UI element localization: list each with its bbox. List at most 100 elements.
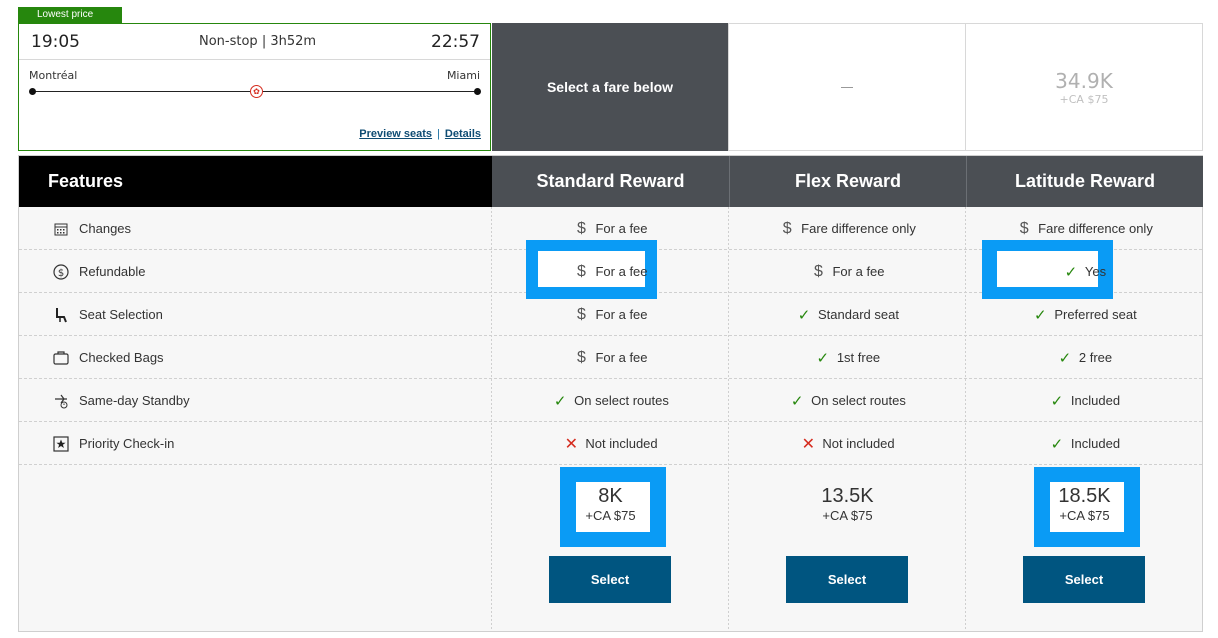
dollar-icon: $ [577, 348, 586, 366]
svg-text:$: $ [58, 268, 64, 279]
standard-cell: ✓ On select routes [492, 379, 729, 422]
table-row: Seat Selection $ For a fee ✓ Standard seat… [19, 293, 1202, 336]
check-icon: ✓ [1058, 349, 1072, 367]
points: 13.5K [821, 485, 874, 507]
flight-summary: 19:05 Non-stop | 3h52m 22:57 Montréal Mi… [18, 23, 491, 151]
dollar-icon: $ [577, 305, 586, 323]
flex-top-price [728, 23, 966, 151]
points: 8K [598, 485, 623, 507]
feature-cell: Same-day Standby [52, 379, 482, 422]
lowest-price-badge: Lowest price [18, 7, 122, 23]
cell-text: Not included [585, 436, 658, 451]
highlighted-content: ✓ Yes [1063, 263, 1107, 281]
feature-label: Checked Bags [79, 350, 164, 365]
table-row: Checked Bags $ For a fee ✓ 1st free ✓ 2 fre… [19, 336, 1202, 379]
cell-text: For a fee [595, 350, 648, 365]
features-header: Features [19, 156, 492, 207]
arrival-time: 22:57 [431, 32, 480, 52]
flight-summary-header: 19:05 Non-stop | 3h52m 22:57 [19, 24, 490, 60]
latitude-cell: ✓ Preferred seat [966, 293, 1203, 336]
feature-cell: Changes [52, 207, 482, 250]
check-icon: ✓ [797, 306, 811, 324]
standard-cell: $ For a fee [492, 240, 729, 299]
preview-seats-link[interactable]: Preview seats [359, 128, 432, 140]
flex-cell: ✓ On select routes [729, 379, 966, 422]
cell-text: For a fee [595, 221, 648, 236]
cell-text: For a fee [832, 264, 885, 279]
dollar-icon: $ [577, 262, 586, 280]
check-icon: ✓ [1050, 435, 1064, 453]
cell-text: Fare difference only [1038, 221, 1153, 236]
dollar-icon: $ [577, 219, 586, 237]
feature-cell: Priority Check-in [52, 422, 482, 465]
cross-icon: ✕ [801, 435, 816, 453]
highlighted-content: $ For a fee [573, 263, 647, 281]
check-icon: ✓ [553, 392, 567, 410]
maple-leaf-icon: ✿ [250, 85, 263, 98]
feature-cell: Seat Selection [52, 293, 482, 336]
select-flex-button[interactable]: Select [786, 556, 908, 603]
details-link[interactable]: Details [445, 128, 481, 140]
cell-text: For a fee [595, 264, 648, 279]
flex-price: 13.5K +CA $75 [729, 485, 966, 523]
fare-comparison-table: Features Standard Reward Flex Reward Lat… [18, 155, 1203, 632]
calendar-icon [52, 220, 70, 238]
feature-label: Priority Check-in [79, 436, 175, 451]
flight-duration: Non-stop | 3h52m [199, 34, 317, 49]
cell-text: Standard seat [818, 307, 899, 322]
no-price-dash [841, 86, 853, 88]
cash: +CA $75 [822, 508, 873, 523]
standby-icon [52, 392, 70, 410]
select-latitude-button[interactable]: Select [1023, 556, 1145, 603]
flex-cell: $ For a fee [729, 250, 966, 293]
feature-label: Seat Selection [79, 307, 163, 322]
destination-city: Miami [446, 69, 480, 82]
cell-text: Fare difference only [801, 221, 916, 236]
flex-reward-header: Flex Reward [729, 156, 966, 207]
points: 18.5K [1058, 485, 1111, 507]
check-icon: ✓ [816, 349, 830, 367]
destination-dot [474, 88, 481, 95]
cross-icon: ✕ [564, 435, 579, 453]
standard-cell: ✕ Not included [492, 422, 729, 465]
latitude-cell: ✓ Included [966, 422, 1203, 465]
refund-icon: $ [52, 263, 70, 281]
check-icon: ✓ [1064, 263, 1078, 281]
cash: +CA $75 [585, 508, 636, 523]
latitude-top-cash: +CA $75 [1059, 92, 1109, 106]
cell-text: 2 free [1078, 350, 1113, 365]
latitude-cell: ✓ Yes [966, 240, 1203, 299]
feature-label: Same-day Standby [79, 393, 190, 408]
standard-reward-header: Standard Reward [492, 156, 729, 207]
priority-icon [52, 435, 70, 453]
cell-text: For a fee [595, 307, 648, 322]
flex-cell: ✕ Not included [729, 422, 966, 465]
cell-text: 1st free [836, 350, 881, 365]
check-icon: ✓ [1034, 306, 1047, 324]
table-row: $ Refundable $ For a fee $ For a fee ✓ Yes [19, 240, 1203, 299]
cell-text: Yes [1084, 264, 1107, 279]
latitude-price: 18.5K +CA $75 [966, 485, 1203, 523]
standard-price: 8K +CA $75 [492, 485, 729, 523]
cell-text: Included [1070, 436, 1121, 451]
select-standard-button[interactable]: Select [549, 556, 671, 603]
standard-cell: $ For a fee [492, 293, 729, 336]
flex-cell: ✓ Standard seat [729, 293, 966, 336]
bag-icon [52, 349, 70, 367]
flex-cell: ✓ 1st free [729, 336, 966, 379]
origin-dot [29, 88, 36, 95]
feature-cell: $ Refundable [52, 250, 482, 293]
standard-cell: $ For a fee [492, 336, 729, 379]
seat-icon [52, 306, 70, 324]
check-icon: ✓ [790, 392, 804, 410]
cell-text: Preferred seat [1054, 307, 1137, 322]
cell-text: Not included [822, 436, 895, 451]
feature-cell: Checked Bags [52, 336, 482, 379]
select-fare-prompt: Select a fare below [492, 23, 728, 151]
flight-links: Preview seats | Details [359, 128, 481, 140]
latitude-cell: ✓ 2 free [966, 336, 1203, 379]
dollar-icon: $ [814, 262, 823, 280]
latitude-top-points: 34.9K [1055, 68, 1113, 93]
origin-city: Montréal [29, 69, 78, 82]
latitude-top-price: 34.9K +CA $75 [965, 23, 1203, 151]
